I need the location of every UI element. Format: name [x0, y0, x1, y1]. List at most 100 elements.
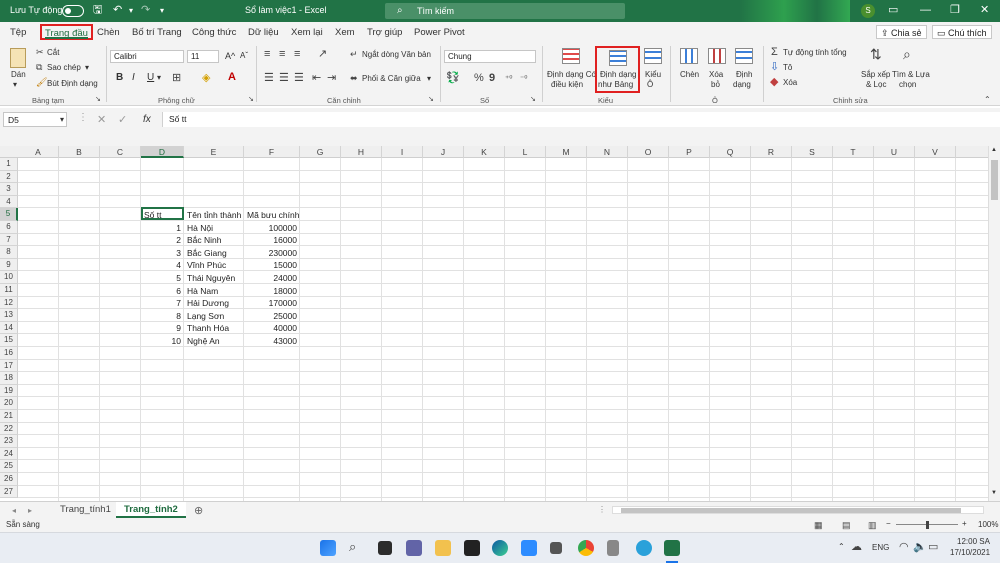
row-header[interactable]: 19 [0, 384, 18, 398]
tab-split-handle-icon[interactable]: ⋮ [598, 505, 606, 514]
decrease-decimal-icon[interactable]: ⁻⁰ [520, 73, 527, 85]
column-header[interactable]: Q [710, 146, 751, 158]
clock-time[interactable]: 12:00 SA [957, 537, 990, 546]
add-sheet-icon[interactable]: ⊕ [194, 504, 203, 517]
customize-toolbar-icon[interactable]: ▾ [160, 4, 164, 17]
active-cell[interactable] [141, 207, 184, 220]
zoom-out-icon[interactable]: − [886, 519, 891, 528]
align-bottom-icon[interactable]: ≡ [294, 48, 300, 60]
scroll-down-icon[interactable]: ▼ [991, 490, 997, 496]
merge-icon[interactable]: ⬌ [350, 72, 358, 84]
row-header[interactable]: 24 [0, 447, 18, 461]
cell[interactable]: 9 [144, 322, 181, 334]
row-header[interactable]: 11 [0, 284, 18, 297]
row-header[interactable]: 7 [0, 233, 18, 247]
zoom-level[interactable]: 100% [978, 520, 998, 529]
cell[interactable]: Hải Dương [187, 297, 241, 309]
cell[interactable]: 24000 [247, 272, 297, 284]
cell[interactable]: Tên tỉnh thành [187, 209, 241, 221]
increase-indent-icon[interactable]: ⇥ [327, 72, 336, 84]
column-header[interactable]: S [792, 146, 833, 158]
cell-styles-line2[interactable]: Ô [647, 80, 653, 89]
number-format-select[interactable]: Chung [444, 50, 536, 63]
column-header[interactable]: C [100, 146, 141, 158]
cell[interactable]: Thanh Hóa [187, 322, 241, 334]
page-break-view-icon[interactable]: ▥ [868, 519, 877, 531]
cancel-entry-icon[interactable]: ✕ [97, 114, 106, 126]
excel-taskbar-icon[interactable] [664, 540, 680, 556]
cell[interactable]: Mã bưu chính [247, 209, 299, 221]
cell[interactable]: Bắc Ninh [187, 234, 241, 246]
onedrive-icon[interactable]: ☁ [851, 541, 862, 553]
conditional-format-line2[interactable]: điều kiện [551, 80, 583, 89]
row-header[interactable]: 6 [0, 221, 18, 234]
zoom-slider-thumb[interactable] [926, 521, 929, 529]
cell[interactable]: Thái Nguyên [187, 272, 241, 284]
font-size-select[interactable]: 11 [187, 50, 219, 63]
cell[interactable]: 16000 [247, 234, 297, 246]
paste-label[interactable]: Dán [11, 70, 26, 79]
delete-cells-icon[interactable] [708, 48, 726, 64]
tab-insert[interactable]: Chèn [97, 27, 120, 38]
cell[interactable]: 230000 [247, 247, 297, 259]
cell[interactable]: 6 [144, 285, 181, 297]
increase-decimal-icon[interactable]: ⁺⁰ [505, 73, 512, 85]
cell[interactable]: 100000 [247, 222, 297, 234]
cell[interactable]: 25000 [247, 310, 297, 322]
row-header[interactable]: 17 [0, 359, 18, 373]
accounting-icon[interactable]: 💱 [446, 72, 460, 84]
row-header[interactable]: 4 [0, 195, 18, 209]
tab-view[interactable]: Xem [335, 27, 355, 38]
column-header[interactable]: G [300, 146, 341, 158]
format-as-table-button[interactable]: Định dạng như Bảng [595, 46, 640, 93]
cell[interactable]: Nghệ An [187, 335, 241, 347]
conditional-format-line1[interactable]: Định dạng Có [547, 70, 596, 79]
row-header[interactable]: 3 [0, 183, 18, 196]
column-header[interactable]: I [382, 146, 423, 158]
language-indicator[interactable]: ENG [872, 543, 889, 552]
orientation-icon[interactable]: ↗ [318, 48, 327, 60]
italic-button[interactable]: I [132, 72, 135, 83]
restore-icon[interactable]: ❐ [950, 4, 960, 17]
fill-color-icon[interactable]: ◈ [202, 72, 210, 84]
cell[interactable]: 170000 [247, 297, 297, 309]
name-box-dropdown-icon[interactable]: ▾ [60, 115, 64, 124]
insert-function-button[interactable]: fx [143, 114, 151, 125]
row-header[interactable]: 27 [0, 485, 18, 499]
tab-formulas[interactable]: Công thức [192, 27, 236, 38]
align-center-icon[interactable]: ☰ [279, 72, 289, 84]
autosum-icon[interactable]: Σ [771, 46, 778, 58]
sort-filter-icon[interactable]: ⇅ [870, 47, 882, 61]
column-header[interactable]: H [341, 146, 382, 158]
insert-cells-icon[interactable] [680, 48, 698, 64]
app-icon[interactable] [607, 540, 619, 556]
column-header[interactable]: A [18, 146, 59, 158]
page-layout-view-icon[interactable]: ▤ [842, 519, 851, 531]
column-header[interactable]: K [464, 146, 505, 158]
cell[interactable]: 18000 [247, 285, 297, 297]
avatar[interactable]: S [861, 4, 875, 18]
decrease-indent-icon[interactable]: ⇤ [312, 72, 321, 84]
column-header[interactable]: L [505, 146, 546, 158]
row-header[interactable]: 18 [0, 372, 18, 385]
chrome-icon[interactable] [578, 540, 594, 556]
row-header[interactable]: 13 [0, 309, 18, 322]
tab-power-pivot[interactable]: Power Pivot [414, 27, 465, 38]
confirm-entry-icon[interactable]: ✓ [118, 114, 127, 126]
clock-date[interactable]: 17/10/2021 [950, 548, 990, 557]
wrap-text-icon[interactable]: ↵ [350, 48, 358, 60]
file-explorer-icon[interactable] [435, 540, 451, 556]
row-header[interactable]: 8 [0, 246, 18, 259]
format-painter-icon[interactable]: 🖌 [36, 76, 47, 88]
shrink-font-button[interactable]: Aˇ [240, 51, 248, 60]
number-launcher-icon[interactable]: ↘ [530, 94, 536, 106]
copy-icon[interactable]: ⧉ [36, 61, 42, 73]
format-cells-label2[interactable]: dạng [733, 80, 751, 89]
scroll-up-icon[interactable]: ▲ [991, 147, 997, 153]
tab-data[interactable]: Dữ liệu [248, 27, 279, 38]
row-header[interactable]: 14 [0, 321, 18, 335]
cell[interactable]: Hà Nam [187, 285, 241, 297]
cell[interactable]: 40000 [247, 322, 297, 334]
font-name-select[interactable]: Calibri [110, 50, 184, 63]
clear-button[interactable]: Xóa [783, 78, 797, 87]
